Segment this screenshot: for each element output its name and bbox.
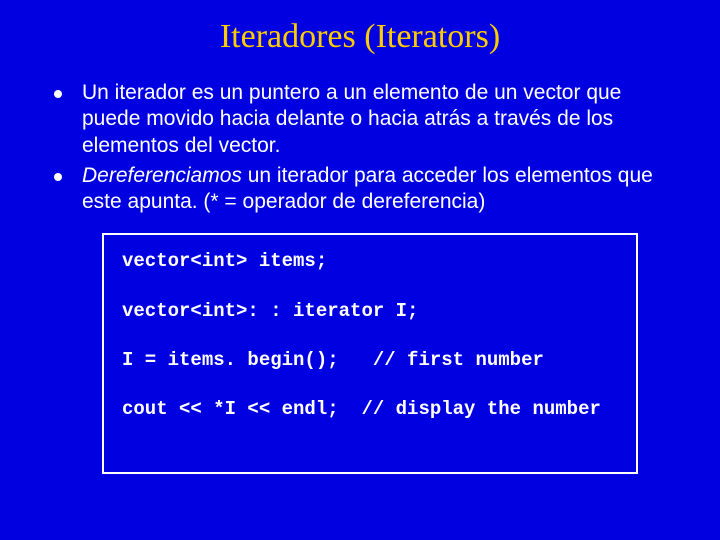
bullet-item: Dereferenciamos un iterador para acceder… (44, 163, 680, 216)
slide: Iteradores (Iterators) Un iterador es un… (0, 0, 720, 540)
bullet-list: Un iterador es un puntero a un elemento … (40, 80, 680, 215)
bullet-item: Un iterador es un puntero a un elemento … (44, 80, 680, 159)
code-block: vector<int> items; vector<int>: : iterat… (102, 233, 638, 474)
bullet-text: Un iterador es un puntero a un elemento … (82, 81, 621, 157)
bullet-lead-italic: Dereferenciamos (82, 164, 242, 187)
slide-title: Iteradores (Iterators) (40, 18, 680, 56)
